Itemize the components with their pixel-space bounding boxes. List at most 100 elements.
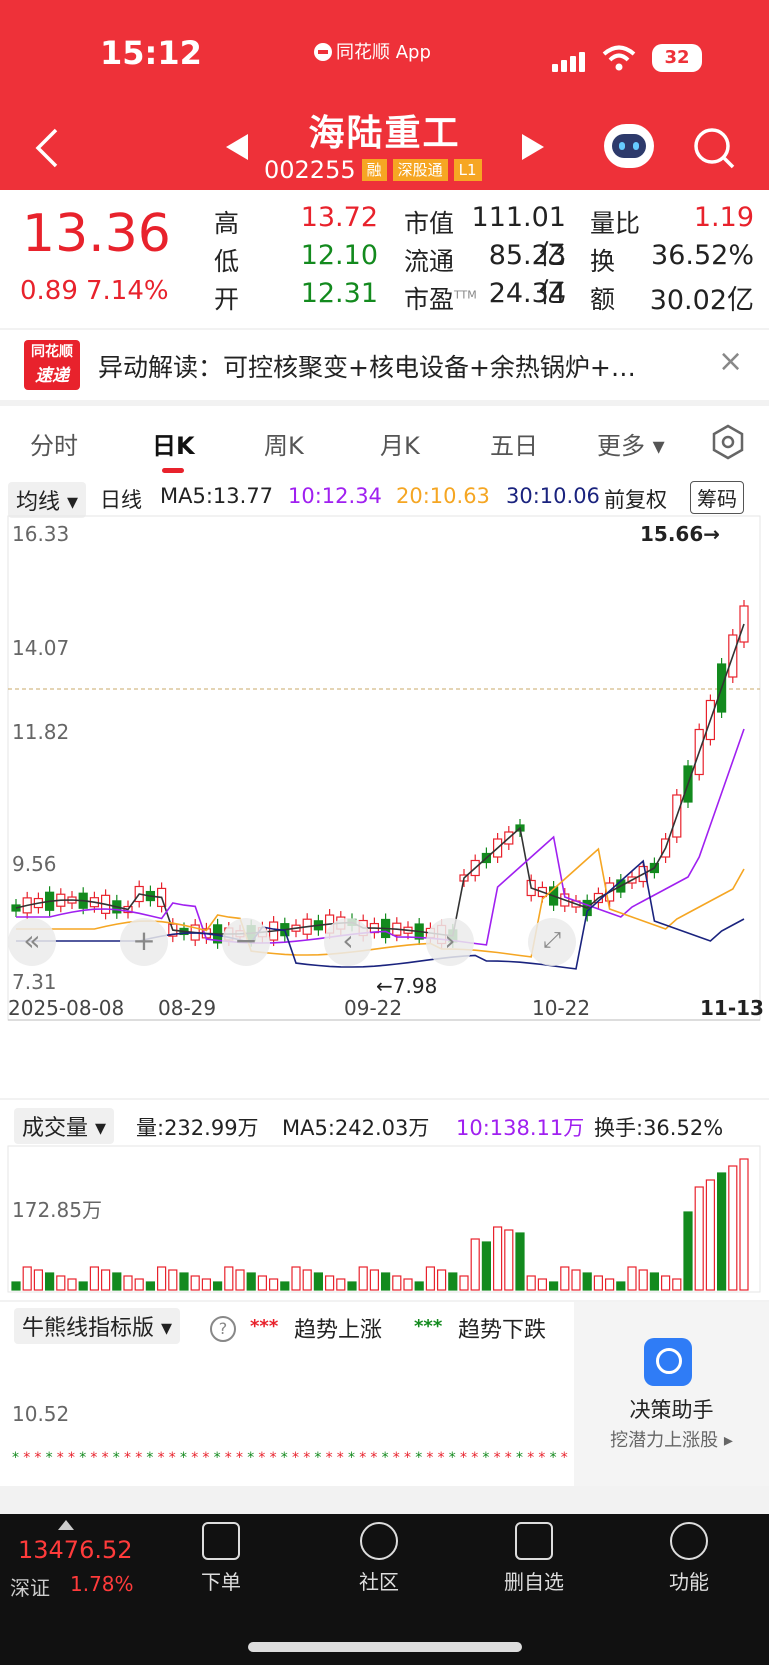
bull-bear-chart[interactable]: * * * * * * * * * * * * * * * * * * * * * * * * * * * * * * * * * * * * * * * *…: [0, 1302, 574, 1486]
scroll-right-icon[interactable]: ›: [426, 918, 474, 966]
volume-chart[interactable]: [0, 1100, 769, 1300]
trend-dot: *: [270, 1450, 277, 1466]
trend-dot: *: [426, 1450, 433, 1466]
volume-bar: [44, 1272, 55, 1291]
volume-bar: [134, 1278, 144, 1291]
trend-dot: *: [90, 1450, 97, 1466]
volume-bar: [560, 1266, 570, 1291]
volume-bar: [694, 1186, 704, 1291]
assistant-icon: [644, 1338, 692, 1386]
amount-value: 30.02亿: [649, 285, 754, 316]
volume-bar: [459, 1275, 469, 1291]
date-tick-5: 11-13: [700, 996, 764, 1020]
volume-bar: [291, 1266, 301, 1291]
price-tick-2: 14.07: [12, 636, 70, 660]
price-tick-5: 7.31: [12, 970, 57, 994]
volume-bar: [683, 1211, 693, 1291]
index-arrow-icon: [58, 1520, 74, 1530]
tab-intraday[interactable]: 分时: [30, 426, 78, 461]
volume-bar: [649, 1272, 660, 1291]
trend-dot: *: [46, 1450, 53, 1466]
trend-dot: *: [102, 1450, 109, 1466]
trend-dot: *: [505, 1450, 512, 1466]
turnover-value: 36.52%: [651, 240, 754, 271]
trend-dot: *: [247, 1450, 254, 1466]
volume-bar: [582, 1272, 592, 1291]
next-stock-icon[interactable]: [522, 134, 544, 160]
tab-monthly[interactable]: 月K: [380, 426, 420, 461]
trend-dot: *: [191, 1450, 198, 1466]
robot-icon[interactable]: [604, 124, 654, 168]
volume-bar: [392, 1275, 402, 1291]
index-value[interactable]: 13476.52: [18, 1536, 133, 1564]
trend-dot: *: [359, 1450, 366, 1466]
tag-margin: 融: [361, 159, 387, 181]
zoom-minus-icon[interactable]: −: [222, 918, 270, 966]
app-logo-icon: [314, 43, 332, 61]
tab-fiveday[interactable]: 五日: [490, 426, 538, 461]
date-tick-1: 2025-08-08: [8, 996, 125, 1020]
trend-dot: *: [23, 1450, 30, 1466]
decision-assistant[interactable]: 决策助手 挖潜力上涨股 ▸: [574, 1302, 769, 1486]
news-banner[interactable]: 同花顺 速递 异动解读：可控核聚变+核电设备+余热锅炉+… ×: [0, 330, 769, 400]
app-name: 同花顺 App: [314, 38, 431, 64]
trend-dot: *: [258, 1450, 265, 1466]
news-logo: 同花顺 速递: [24, 340, 80, 390]
functions-button[interactable]: 功能: [634, 1522, 744, 1595]
vr-label: 量比: [590, 209, 641, 238]
price-tick-3: 11.82: [12, 720, 70, 744]
remove-watchlist-button[interactable]: 删自选: [479, 1522, 589, 1595]
settings-icon[interactable]: [710, 424, 746, 460]
fullscreen-icon[interactable]: ⤢: [528, 918, 576, 966]
volume-bar: [89, 1266, 100, 1291]
trend-dot: *: [124, 1450, 131, 1466]
search-icon[interactable]: [692, 126, 736, 170]
trend-dot: *: [225, 1450, 232, 1466]
trend-dot: *: [57, 1450, 64, 1466]
period-tabs: 分时 日K 周K 月K 五日 更多 ▾: [0, 406, 769, 478]
volume-bar: [403, 1278, 413, 1291]
volume-bar: [571, 1269, 581, 1291]
volume-bar: [168, 1269, 178, 1291]
high-value: 13.72: [300, 202, 378, 233]
volume-bar: [145, 1281, 155, 1291]
trend-dot: *: [281, 1450, 288, 1466]
low-value: 12.10: [300, 240, 378, 271]
tab-weekly[interactable]: 周K: [264, 426, 304, 461]
volume-bar: [638, 1269, 648, 1291]
tab-more[interactable]: 更多 ▾: [597, 426, 665, 461]
volume-bar: [179, 1272, 189, 1291]
date-tick-2: 08-29: [158, 996, 217, 1020]
volume-bar: [548, 1281, 559, 1291]
volume-bar: [100, 1269, 111, 1291]
volume-bar: [33, 1269, 44, 1291]
scroll-left-icon[interactable]: ‹: [324, 918, 372, 966]
header: 15:12 同花顺 App 32 海陆重工 002255 融深股通 L1: [0, 0, 769, 190]
volume-bar: [504, 1229, 514, 1291]
volume-bar: [123, 1275, 133, 1291]
zoom-out-left-icon[interactable]: «: [8, 918, 56, 966]
zoom-in-icon[interactable]: +: [120, 918, 168, 966]
trend-dot: *: [348, 1450, 355, 1466]
community-button[interactable]: 社区: [324, 1522, 434, 1595]
volume-bar: [526, 1275, 536, 1291]
date-tick-4: 10-22: [532, 996, 591, 1020]
tab-daily[interactable]: 日K: [152, 426, 195, 461]
open-label: 开: [214, 285, 240, 314]
trend-dot: *: [404, 1450, 411, 1466]
trend-dot: *: [494, 1450, 501, 1466]
mcap-label: 市值: [404, 209, 455, 238]
trend-dot: *: [158, 1450, 165, 1466]
volume-bar: [448, 1272, 458, 1291]
trend-dot: *: [214, 1450, 221, 1466]
trend-dot: *: [438, 1450, 445, 1466]
volume-bar: [347, 1281, 357, 1291]
close-icon[interactable]: ×: [718, 344, 743, 379]
trend-dot: *: [113, 1450, 120, 1466]
volume-bar: [325, 1275, 335, 1291]
order-button[interactable]: 下单: [166, 1522, 276, 1595]
kline-panel: 均线 ▾ 日线 MA5:13.77 10:12.34 20:10.63 30:1…: [0, 478, 769, 1098]
volume-bar: [257, 1275, 267, 1291]
trend-dot: *: [561, 1450, 568, 1466]
volume-bar: [190, 1275, 200, 1291]
